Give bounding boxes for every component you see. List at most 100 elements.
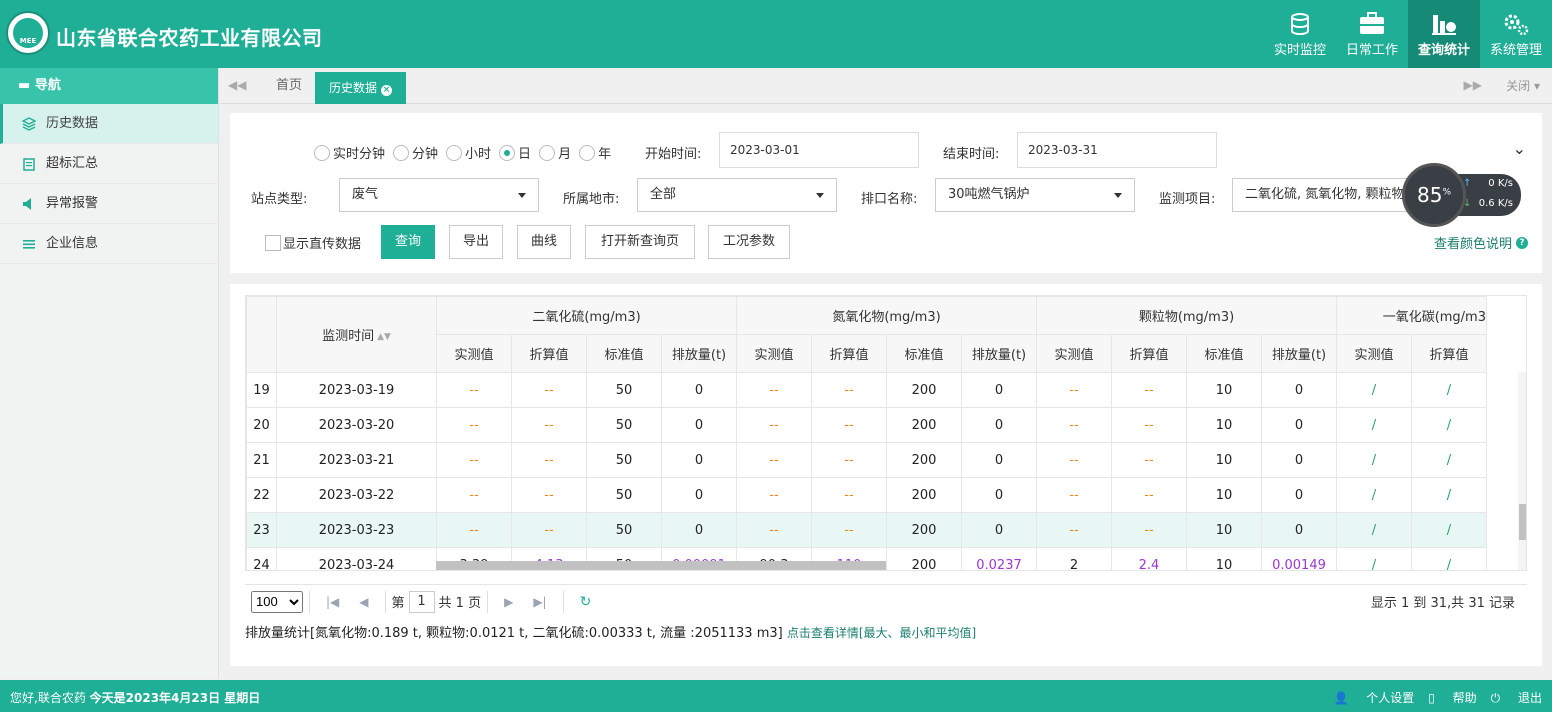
divider <box>309 590 310 613</box>
end-time-input[interactable]: 2023-03-31 <box>1017 132 1217 168</box>
welcome-text: 您好,联合农药 今天是2023年4月23日 星期日 <box>10 689 260 706</box>
next-page-icon[interactable]: ▶ <box>504 595 513 609</box>
memory-gauge[interactable]: 85% <box>1402 163 1466 227</box>
radio-circle[interactable] <box>446 144 463 161</box>
table-cell: -- <box>511 372 587 408</box>
table-cell: -- <box>1036 477 1112 513</box>
sidebar: ▬ 导航 历史数据 超标汇总 异常报警 企业信息 <box>0 68 219 678</box>
emission-stats: 排放量统计[氮氧化物:0.189 t, 颗粒物:0.0121 t, 二氧化硫:0… <box>245 622 976 641</box>
table-cell: 200 <box>886 547 962 570</box>
query-button[interactable]: 查询 <box>381 225 435 259</box>
condition-params-button[interactable]: 工况参数 <box>708 225 790 259</box>
radio-circle[interactable] <box>393 144 410 161</box>
table-cell: -- <box>1111 372 1187 408</box>
tab-close-menu[interactable]: 关闭 ▾ <box>1506 68 1540 104</box>
table-cell: / <box>1411 547 1487 570</box>
export-button[interactable]: 导出 <box>449 225 503 259</box>
details-link[interactable]: 点击查看详情[最大、最小和平均值] <box>787 626 976 640</box>
outlet-select[interactable]: 30吨燃气锅炉 <box>935 178 1135 212</box>
sort-icon[interactable]: ▲▼ <box>377 332 391 341</box>
tabs-scroll-left-icon[interactable]: ◀◀ <box>228 78 246 92</box>
table-cell: / <box>1336 442 1412 478</box>
caret-down-icon <box>518 193 526 198</box>
table-cell: 0 <box>961 442 1037 478</box>
first-page-icon[interactable]: |◀ <box>326 595 339 609</box>
topnav-label: 日常工作 <box>1345 43 1398 58</box>
items-label: 监测项目: <box>1159 192 1216 207</box>
sub-column-header: 折算值 <box>1111 334 1187 373</box>
table-cell: / <box>1336 512 1412 548</box>
logout-link[interactable]: ⏻ 退出 <box>1491 689 1542 706</box>
topnav-system[interactable]: 系统管理 <box>1480 0 1552 68</box>
download-unit: K/s <box>1497 198 1513 209</box>
start-time-input[interactable]: 2023-03-01 <box>719 132 919 168</box>
topnav-realtime[interactable]: 实时监控 <box>1264 0 1336 68</box>
table-row[interactable]: 19 2023-03-19 -- -- 50 0 -- -- 200 0 -- -- 10 0// <box>246 372 1487 408</box>
sidebar-item-label: 历史数据 <box>46 115 99 131</box>
radio-circle[interactable] <box>499 144 516 161</box>
sidebar-item-history[interactable]: 历史数据 <box>0 104 218 144</box>
tab-history[interactable]: 历史数据 × <box>315 72 407 104</box>
prev-page-icon[interactable]: ◀ <box>359 595 368 609</box>
table-cell: 0 <box>1261 372 1337 408</box>
page-size-select[interactable]: 100 <box>251 590 303 613</box>
time-mode-radio[interactable]: 月 <box>539 143 571 162</box>
station-type-select[interactable]: 废气 <box>339 178 539 212</box>
refresh-icon[interactable]: ↻ <box>580 594 592 610</box>
city-select[interactable]: 全部 <box>637 178 837 212</box>
time-column-header[interactable]: 监测时间 ▲▼ <box>276 296 437 373</box>
help-icon: ? <box>1516 236 1528 249</box>
gauge-unit: % <box>1442 187 1451 198</box>
personal-settings-link[interactable]: 👤 个人设置 <box>1333 689 1414 706</box>
time-mode-radio[interactable]: 分钟 <box>393 143 438 162</box>
time-mode-radio[interactable]: 年 <box>579 143 611 162</box>
sidebar-title-text: 导航 <box>34 78 61 93</box>
tabs-scroll-right-icon[interactable]: ▶▶ <box>1464 78 1482 92</box>
curve-button[interactable]: 曲线 <box>517 225 571 259</box>
sidebar-item-alarm[interactable]: 异常报警 <box>0 184 218 224</box>
sidebar-title: ▬ 导航 <box>0 68 218 104</box>
table-cell: 50 <box>586 407 662 443</box>
open-new-query-button[interactable]: 打开新查询页 <box>585 225 695 259</box>
table-cell: -- <box>811 407 887 443</box>
page-number-input[interactable]: 1 <box>408 590 435 613</box>
horizontal-scrollbar[interactable] <box>436 561 886 570</box>
radio-circle[interactable] <box>579 144 596 161</box>
table-row[interactable]: 20 2023-03-20 -- -- 50 0 -- -- 200 0 -- -- 10 0// <box>246 407 1487 443</box>
close-icon[interactable]: × <box>381 85 393 96</box>
row-number: 20 <box>246 407 277 443</box>
table-row[interactable]: 22 2023-03-22 -- -- 50 0 -- -- 200 0 -- -- 10 0// <box>246 477 1487 513</box>
time-mode-radio[interactable]: 小时 <box>446 143 491 162</box>
sidebar-item-label: 超标汇总 <box>46 155 99 171</box>
tab-home[interactable]: 首页 <box>262 68 316 104</box>
row-date: 2023-03-21 <box>276 442 437 478</box>
radio-circle[interactable] <box>314 144 330 161</box>
table-cell: 0 <box>1261 477 1337 513</box>
sidebar-item-label: 企业信息 <box>46 235 99 251</box>
direct-data-checkbox[interactable]: 显示直传数据 <box>265 233 361 252</box>
checkbox-box[interactable] <box>265 234 281 251</box>
topnav-daily[interactable]: 日常工作 <box>1336 0 1408 68</box>
top-nav: 实时监控 日常工作 查询统计 系统管理 <box>1264 0 1552 68</box>
table-cell: 10 <box>1186 547 1262 570</box>
outlet-label: 排口名称: <box>861 192 918 207</box>
history-data-table: 监测时间 ▲▼ 二氧化硫(mg/m3) 氮氧化物(mg/m3) 颗粒物(mg/m3) 一氧… <box>246 296 1487 570</box>
last-page-icon[interactable]: ▶| <box>533 595 546 609</box>
emission-stats-text: 排放量统计[氮氧化物:0.189 t, 颗粒物:0.0121 t, 二氧化硫:0… <box>245 626 783 641</box>
vertical-scrollbar[interactable] <box>1518 372 1526 570</box>
radio-circle[interactable] <box>539 144 556 161</box>
time-mode-radio[interactable]: 日 <box>499 143 531 162</box>
time-mode-radio[interactable]: 实时分钟 <box>314 143 385 162</box>
table-row[interactable]: 21 2023-03-21 -- -- 50 0 -- -- 200 0 -- -- 10 0// <box>246 442 1487 478</box>
sidebar-item-company[interactable]: 企业信息 <box>0 224 218 264</box>
color-legend-link[interactable]: 查看颜色说明? <box>1434 233 1528 252</box>
chevron-down-icon[interactable]: ⌄ <box>1513 139 1526 158</box>
scroll-thumb[interactable] <box>1519 504 1526 540</box>
table-cell: -- <box>1111 477 1187 513</box>
help-link[interactable]: ▯ 帮助 <box>1428 689 1476 706</box>
table-cell: -- <box>1111 407 1187 443</box>
table-cell: -- <box>736 512 812 548</box>
topnav-query[interactable]: 查询统计 <box>1408 0 1480 68</box>
sidebar-item-exceed[interactable]: 超标汇总 <box>0 144 218 184</box>
table-row[interactable]: 23 2023-03-23 -- -- 50 0 -- -- 200 0 -- -- 10 0// <box>246 512 1487 548</box>
